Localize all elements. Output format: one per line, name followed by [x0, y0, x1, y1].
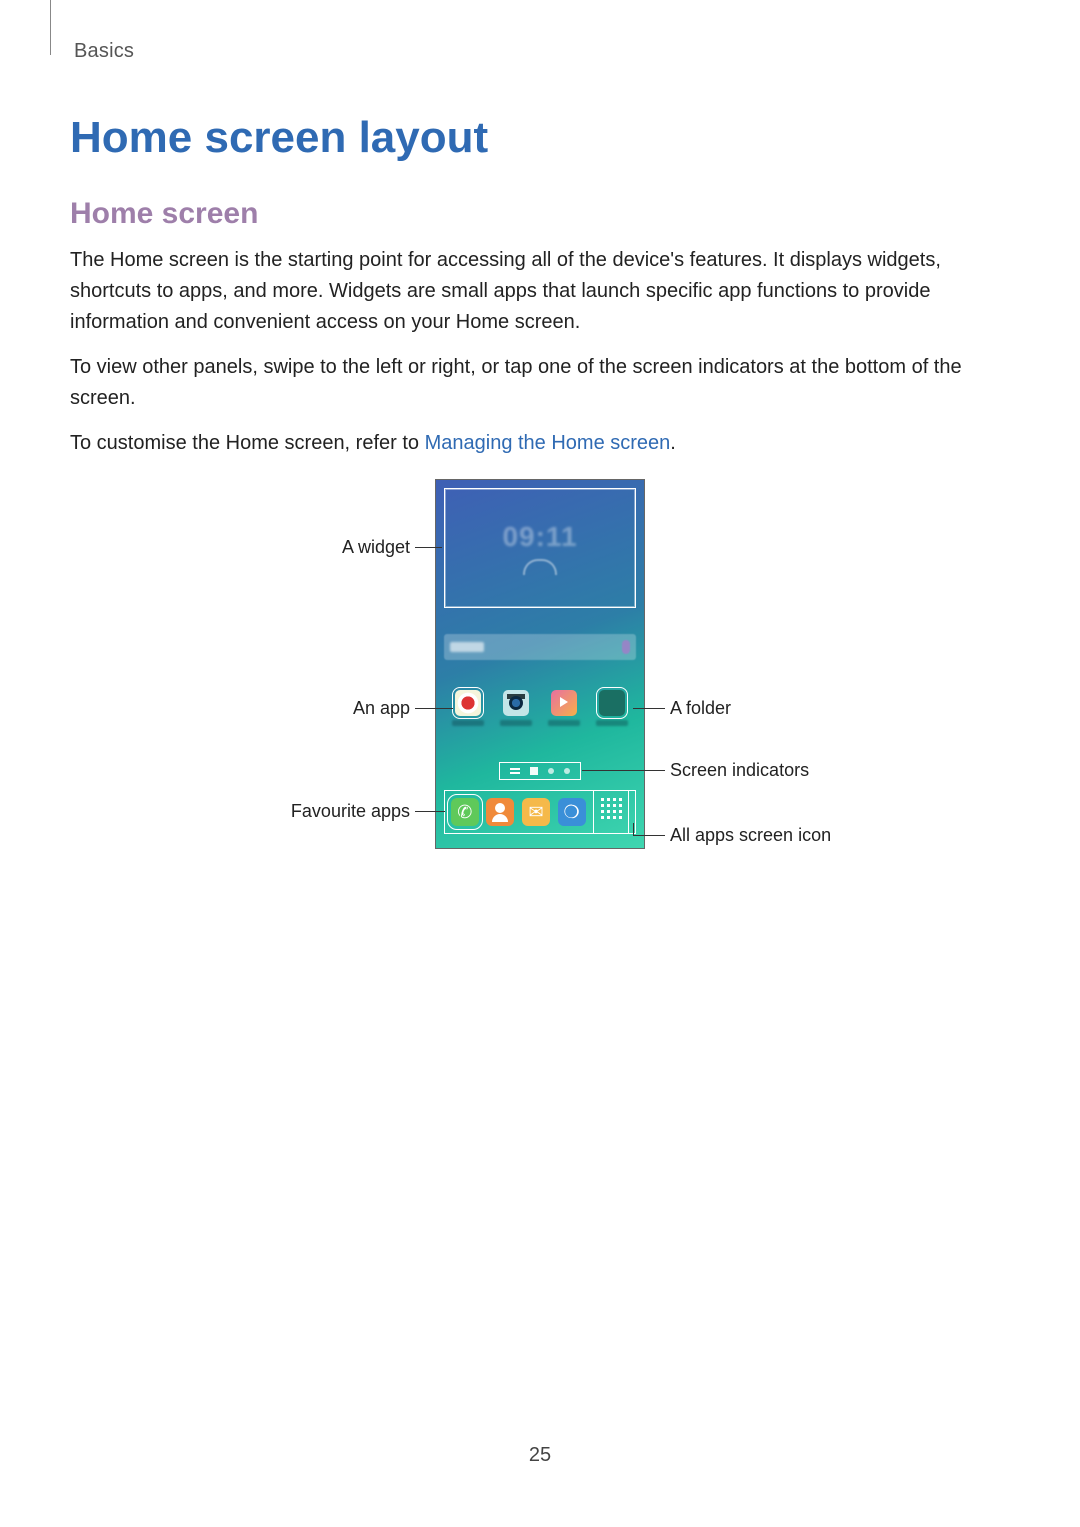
grid-icon	[600, 797, 623, 820]
dock-mail-icon	[522, 798, 550, 826]
callout-app-label: An app	[335, 698, 410, 719]
callout-indicators-label: Screen indicators	[670, 760, 809, 781]
paragraph-1: The Home screen is the starting point fo…	[70, 245, 1010, 338]
widget-region: 09:11	[444, 488, 636, 608]
folder-icon	[599, 690, 625, 716]
lead-line	[415, 708, 453, 709]
top-margin-rule	[50, 0, 51, 55]
section-heading: Home screen	[70, 197, 1010, 231]
paragraph-3-pre: To customise the Home screen, refer to	[70, 432, 425, 454]
clock-widget-time: 09:11	[502, 521, 577, 553]
paragraph-2: To view other panels, swipe to the left …	[70, 352, 1010, 414]
callout-folder-label: A folder	[670, 698, 731, 719]
indicator-dot-icon	[564, 768, 570, 774]
lead-line	[415, 547, 442, 548]
app-icon-play-store	[551, 690, 577, 716]
callout-allapps-label: All apps screen icon	[670, 825, 831, 846]
page-number: 25	[0, 1444, 1080, 1467]
indicator-dot-icon	[548, 768, 554, 774]
lead-line	[633, 835, 665, 836]
indicator-home-icon	[530, 767, 538, 775]
lead-line	[415, 811, 445, 812]
favourite-apps-dock	[444, 790, 636, 834]
breadcrumb: Basics	[74, 40, 1010, 63]
lead-line	[582, 770, 665, 771]
phone-mockup: 09:11	[435, 479, 645, 849]
dock-contacts-icon	[486, 798, 514, 826]
app-label-row	[444, 720, 636, 726]
document-page: Basics Home screen layout Home screen Th…	[0, 0, 1080, 1527]
google-logo-icon	[450, 642, 484, 652]
home-screen-diagram: 09:11	[220, 479, 860, 879]
dock-internet-icon	[558, 798, 586, 826]
page-title: Home screen layout	[70, 113, 1010, 163]
lead-line	[633, 823, 634, 835]
lead-line	[633, 708, 665, 709]
mic-icon	[622, 640, 630, 654]
app-icon-camera	[503, 690, 529, 716]
managing-home-screen-link[interactable]: Managing the Home screen	[425, 432, 671, 454]
google-search-bar	[444, 634, 636, 660]
app-label	[452, 720, 484, 726]
all-apps-icon	[593, 790, 629, 834]
app-icon-record	[455, 690, 481, 716]
weather-icon	[523, 559, 557, 575]
paragraph-3: To customise the Home screen, refer to M…	[70, 428, 1010, 459]
screen-indicators	[499, 762, 581, 780]
app-label	[500, 720, 532, 726]
indicator-panel-icon	[510, 767, 520, 775]
app-label	[548, 720, 580, 726]
paragraph-3-post: .	[670, 432, 676, 454]
app-label	[596, 720, 628, 726]
dock-phone-icon	[451, 798, 479, 826]
callout-fav-apps-label: Favourite apps	[288, 801, 410, 822]
callout-widget-label: A widget	[330, 537, 410, 558]
